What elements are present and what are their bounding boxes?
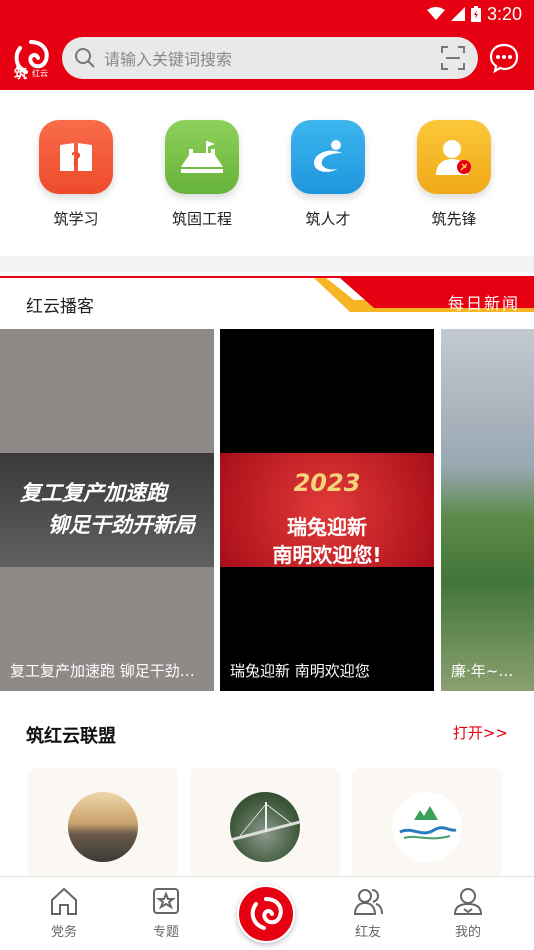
podcast-caption: 瑞兔迎新 南明欢迎您 [230, 662, 370, 680]
alliance-card[interactable] [352, 768, 502, 878]
tab-label: 我的 [454, 925, 481, 940]
battery-icon [470, 6, 481, 22]
alliance-card[interactable] [28, 768, 178, 878]
tab-profile[interactable]: 我的 [428, 885, 508, 940]
quick-entry-label: 筑人才 [305, 210, 351, 228]
bridge-image [230, 792, 300, 862]
thumbnail-text: 瑞兔迎新 [287, 515, 367, 539]
search-bar[interactable]: 请输入关键词搜索 [62, 37, 478, 79]
hongyun-logo-icon [250, 897, 283, 930]
podcast-section: 红云播客 每日新闻 复工复产加速跑 铆足干劲开新局 复工复产加速跑 铆足干劲开新… [0, 272, 534, 706]
quick-entry-pioneer[interactable]: 筑先锋 [404, 120, 504, 229]
organization-logo-icon [392, 792, 462, 862]
quick-entry-talent[interactable]: 筑人才 [278, 120, 378, 229]
podcast-card[interactable]: 复工复产加速跑 铆足干劲开新局 复工复产加速跑 铆足干劲开新局 [0, 329, 214, 691]
profile-icon [453, 888, 483, 915]
thumbnail-text: 复工复产加速跑 [20, 481, 167, 505]
quick-entry-label: 筑先锋 [431, 210, 477, 228]
study-icon: ? [39, 120, 113, 194]
alliance-card[interactable] [190, 768, 340, 878]
quick-entry-panel: ? 筑学习 筑固工程 筑人才 筑先锋 [0, 90, 534, 256]
friends-icon [353, 889, 383, 915]
search-placeholder[interactable]: 请输入关键词搜索 [104, 46, 440, 70]
wifi-icon [426, 7, 445, 20]
thumbnail-year: 2023 [293, 469, 361, 497]
signal-icon [450, 7, 465, 21]
home-icon [51, 887, 77, 915]
tab-label: 专题 [152, 925, 179, 940]
video-thumbnail: 复工复产加速跑 铆足干劲开新局 [0, 453, 214, 567]
tab-label: 党务 [50, 925, 77, 940]
pioneer-icon [417, 120, 491, 194]
quick-entry-study[interactable]: ? 筑学习 [26, 120, 126, 229]
bottom-tab-bar: 党务 专题 红友 我的 [0, 876, 534, 950]
status-time: 3:20 [486, 3, 522, 24]
topic-icon [153, 888, 179, 914]
tab-label: 红友 [354, 925, 381, 940]
quick-entry-project[interactable]: 筑固工程 [152, 120, 252, 229]
podcast-card[interactable]: 2023 瑞兔迎新 南明欢迎您! 瑞兔迎新 南明欢迎您 [220, 329, 434, 691]
scan-icon[interactable] [440, 45, 466, 71]
podcast-caption: 廉·年~清简 [451, 662, 528, 680]
message-icon[interactable] [488, 42, 520, 74]
tab-party-affairs[interactable]: 党务 [24, 885, 104, 940]
tab-daily-news[interactable]: 每日新闻 [448, 290, 520, 314]
podcast-title: 红云播客 [26, 297, 94, 317]
quick-entry-label: 筑固工程 [171, 210, 232, 228]
podcast-header: 红云播客 每日新闻 [0, 276, 534, 324]
city-skyline-image [68, 792, 138, 862]
tab-friends[interactable]: 红友 [328, 885, 408, 940]
podcast-caption: 复工复产加速跑 铆足干劲开新局 [10, 662, 208, 680]
logo-subtitle: 红云 [32, 69, 48, 78]
tab-topics[interactable]: 专题 [126, 885, 206, 940]
alliance-open-link[interactable]: 打开>> [453, 722, 508, 743]
search-icon [75, 48, 95, 68]
center-home-button[interactable] [237, 885, 295, 943]
thumbnail-text: 铆足干劲开新局 [48, 513, 195, 537]
alliance-title: 筑红云联盟 [26, 726, 116, 747]
podcast-card[interactable]: 廉·年~清简 [441, 329, 534, 691]
svg-text:筑: 筑 [14, 66, 27, 80]
svg-text:?: ? [71, 149, 81, 170]
alliance-section: 筑红云联盟 打开>> [0, 706, 534, 878]
app-header: 3:20 筑 红云 请输入关键词搜索 [0, 0, 534, 90]
talent-icon [291, 120, 365, 194]
quick-entry-label: 筑学习 [53, 210, 99, 228]
status-bar: 3:20 [426, 0, 522, 28]
video-thumbnail: 2023 瑞兔迎新 南明欢迎您! [220, 453, 434, 567]
thumbnail-text: 南明欢迎您! [272, 543, 382, 567]
great-wall-icon [165, 120, 239, 194]
